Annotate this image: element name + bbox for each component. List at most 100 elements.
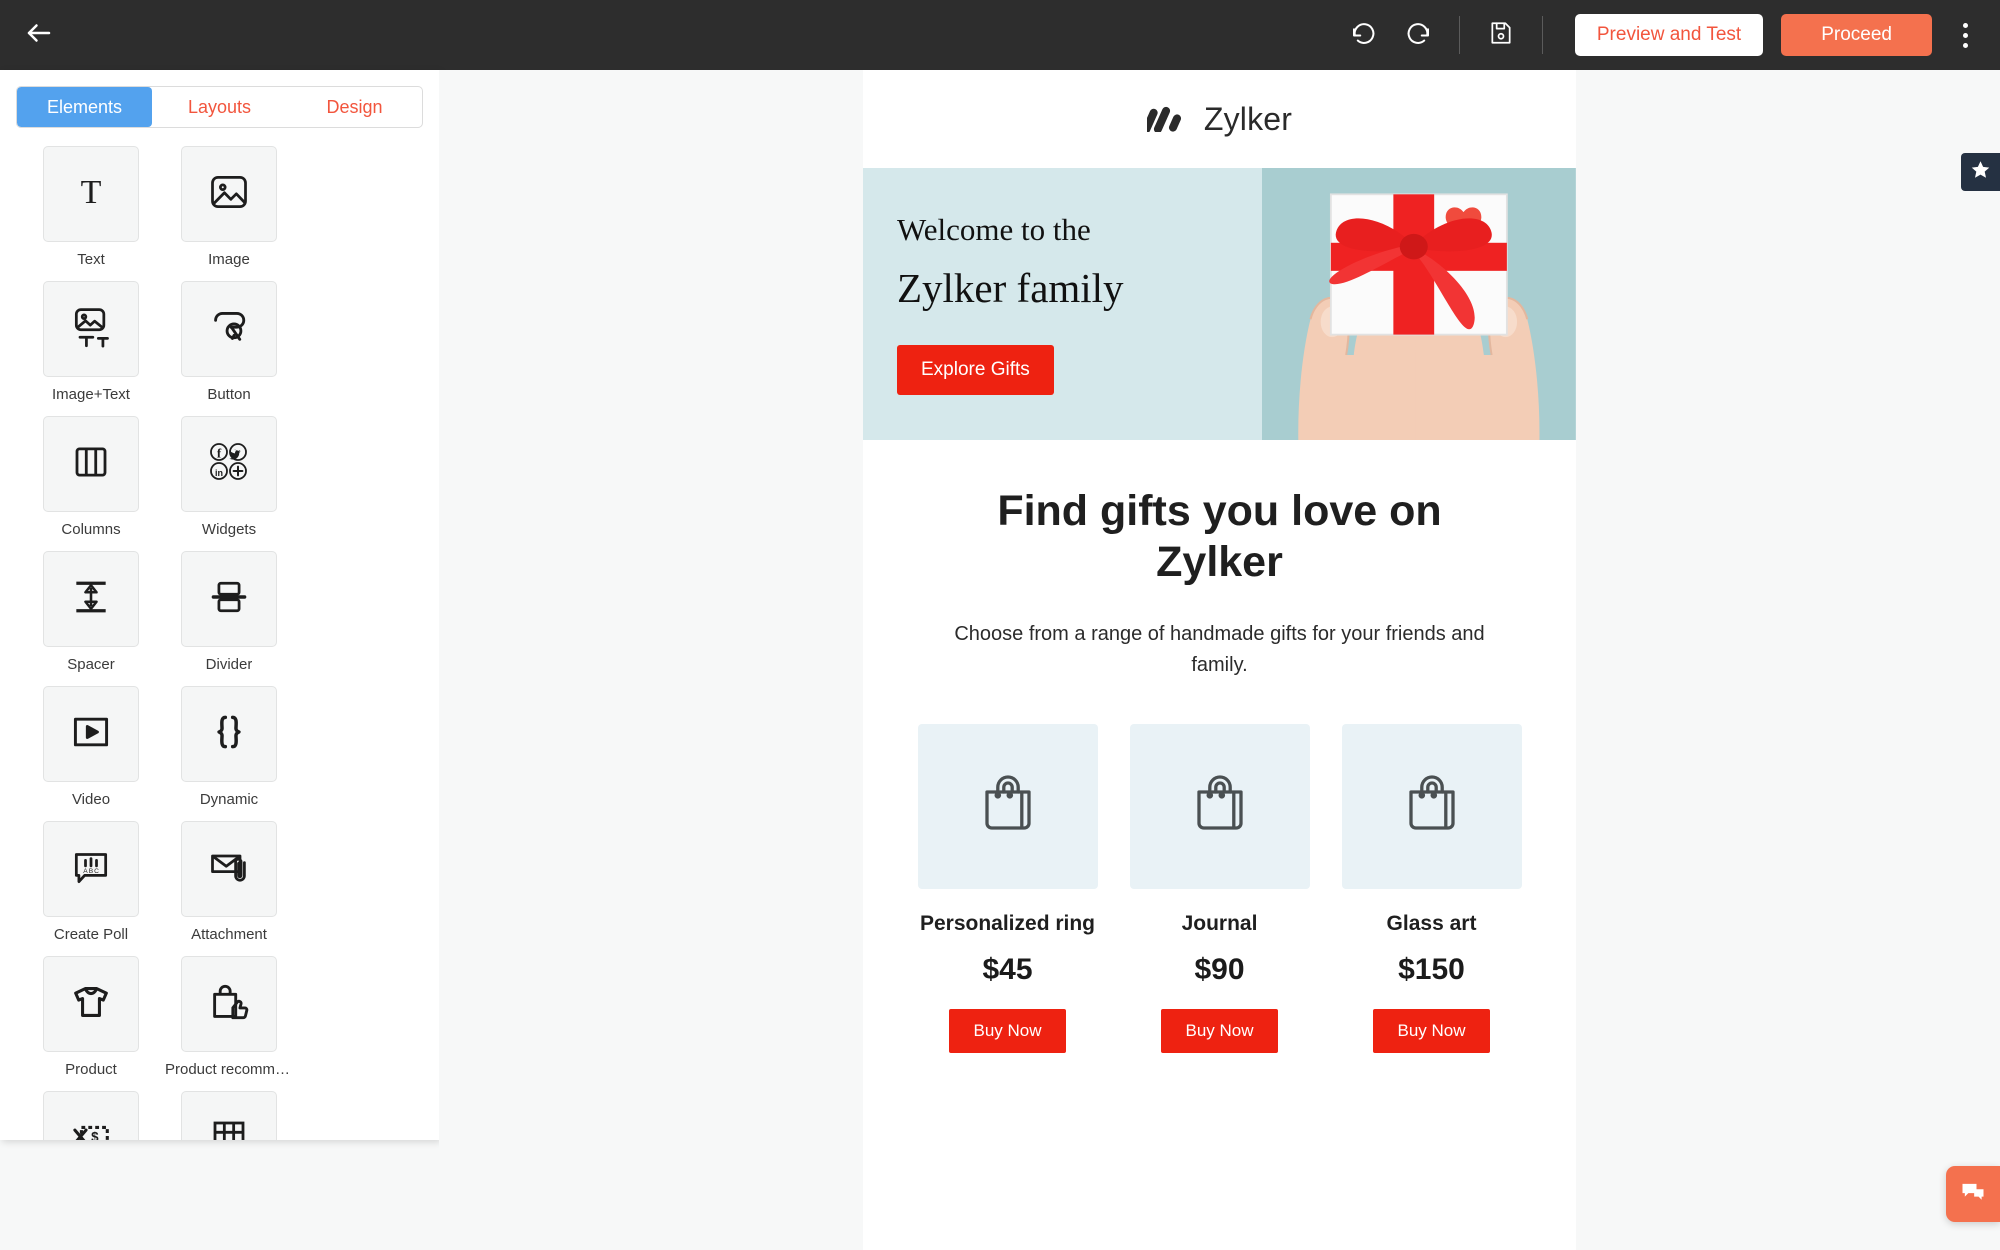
save-button[interactable] [1474,8,1528,62]
element-grid: T Text Image Image+Text Button Columns f… [0,128,439,1140]
toolbar-divider-2 [1541,16,1543,54]
element-tile [181,281,277,377]
video-play-icon [69,710,113,759]
chat-support-button[interactable] [1946,1166,2000,1222]
email-headline: Find gifts you love on Zylker [997,487,1442,586]
element-label: Divider [205,656,253,673]
envelope-clip-icon [207,845,251,894]
element-table[interactable]: Table [160,1091,298,1140]
shopping-bag-icon [972,768,1044,845]
element-tile: $ [43,1091,139,1140]
svg-text:T: T [81,174,102,211]
kebab-dot-1 [1962,22,1968,28]
arrow-left-icon [24,18,54,53]
top-toolbar: Preview and Test Proceed [0,0,2000,70]
toolbar-divider-1 [1458,16,1460,54]
save-floppy-icon [1488,20,1514,51]
element-label: Product recommend… [165,1061,293,1078]
element-tile [181,1091,277,1140]
element-product[interactable]: Product [22,956,160,1078]
element-create-poll[interactable]: A B C Create Poll [22,821,160,943]
element-tile [43,551,139,647]
image-icon [207,170,251,219]
email-subheadline: Choose from a range of handmade gifts fo… [954,623,1485,676]
element-tile [181,146,277,242]
svg-text:C: C [94,868,99,875]
product-row: Personalized ring $45 Buy Now Journal $9… [863,680,1576,1054]
element-tile [43,956,139,1052]
element-label: Video [71,791,111,808]
curly-braces-icon [207,710,251,759]
back-button[interactable] [8,0,70,70]
svg-text:$: $ [91,1129,99,1140]
element-tile [43,281,139,377]
element-columns[interactable]: Columns [22,416,160,538]
buy-now-button[interactable]: Buy Now [1373,1009,1490,1054]
explore-gifts-button[interactable]: Explore Gifts [897,345,1054,395]
product-image [917,724,1098,890]
hero-line-1: Welcome to the [897,212,1091,247]
element-coupon[interactable]: $ Coupon [22,1091,160,1140]
element-tile [43,416,139,512]
element-tile [181,686,277,782]
element-image-text[interactable]: Image+Text [22,281,160,403]
element-label: Text [77,251,105,268]
columns-icon [70,441,112,488]
buy-now-button[interactable]: Buy Now [949,1009,1066,1054]
proceed-button[interactable]: Proceed [1781,14,1932,56]
poll-chat-icon: A B C [69,845,113,894]
star-icon [1970,159,1991,185]
preview-and-test-button[interactable]: Preview and Test [1574,14,1764,56]
scissors-dollar-icon: $ [68,1114,114,1140]
kebab-dot-3 [1962,42,1968,48]
favorites-tab-button[interactable] [1961,153,2000,191]
element-tile [43,686,139,782]
element-dynamic[interactable]: Dynamic [160,686,298,808]
tab-layouts[interactable]: Layouts [152,87,287,127]
bag-thumbsup-icon [206,979,252,1030]
element-product-recommendation[interactable]: Product recommend… [160,956,298,1078]
product-card: Personalized ring $45 Buy Now [917,724,1098,1054]
element-text[interactable]: T Text [22,146,160,268]
element-widgets[interactable]: f in Widgets [160,416,298,538]
panel-tab-bar: Elements Layouts Design [16,86,423,128]
element-tile [181,956,277,1052]
more-options-button[interactable] [1942,8,1988,62]
element-button[interactable]: Button [160,281,298,403]
element-label: Image+Text [52,386,130,403]
element-image[interactable]: Image [160,146,298,268]
elements-panel: Elements Layouts Design T Text Image Ima… [0,70,439,1140]
zylker-bars-logo [1142,102,1191,137]
email-logo-block[interactable]: Zylker [863,70,1576,168]
tab-elements[interactable]: Elements [17,87,152,127]
button-cursor-icon [206,304,252,355]
svg-text:B: B [89,868,94,875]
product-image [1129,724,1310,890]
hero-line-2: Zylker family [897,265,1124,311]
buy-now-button[interactable]: Buy Now [1161,1009,1278,1054]
redo-button[interactable] [1391,8,1445,62]
redo-icon [1403,18,1433,53]
element-tile [181,551,277,647]
undo-icon [1349,18,1379,53]
product-card: Glass art $150 Buy Now [1341,724,1522,1054]
tab-design[interactable]: Design [287,87,422,127]
image-plus-text-icon [69,305,113,354]
element-label: Spacer [67,656,115,673]
product-price: $90 [1194,953,1245,987]
element-spacer[interactable]: Spacer [22,551,160,673]
hands-holding-gift-box-image [1262,168,1576,440]
element-attachment[interactable]: Attachment [160,821,298,943]
element-label: Attachment [191,926,267,943]
element-tile: f in [181,416,277,512]
product-price: $150 [1398,953,1465,987]
undo-button[interactable] [1337,8,1391,62]
hero-banner: Welcome to the Zylker family Explore Gif… [863,168,1576,440]
element-divider[interactable]: Divider [160,551,298,673]
svg-text:A: A [83,868,88,875]
element-video[interactable]: Video [22,686,160,808]
table-grid-icon [208,1116,250,1140]
text-t-icon: T [69,170,113,219]
svg-text:f: f [217,445,222,460]
chat-bubbles-icon [1959,1178,1987,1211]
